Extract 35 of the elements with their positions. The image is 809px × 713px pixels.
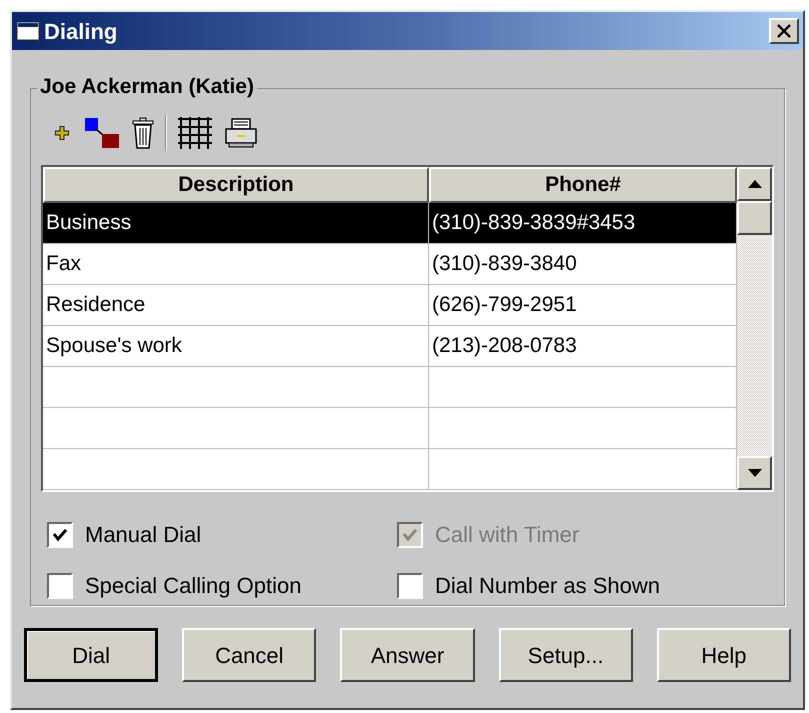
checkbox[interactable] <box>47 572 73 598</box>
checkbox[interactable] <box>397 572 423 598</box>
dialog-button[interactable]: Cancel <box>182 628 316 682</box>
scrollbar[interactable] <box>737 167 772 490</box>
table-cell: Spouse's work <box>43 326 429 367</box>
table-row[interactable]: Fax (310)-839-3840 <box>43 244 737 285</box>
dialog-button[interactable]: Answer <box>340 628 475 682</box>
up-arrow-icon <box>748 180 762 188</box>
move-icon[interactable] <box>83 116 121 150</box>
trash-icon[interactable] <box>131 117 155 149</box>
checkbox[interactable] <box>47 522 73 548</box>
table-row[interactable]: Business (310)-839-3839#3453 <box>43 203 737 244</box>
window-icon <box>16 21 40 41</box>
scroll-thumb[interactable] <box>737 201 772 235</box>
grid-icon[interactable] <box>177 117 213 149</box>
column-header[interactable]: Description <box>43 167 429 203</box>
scroll-up-button[interactable] <box>737 167 772 201</box>
window-title: Dialing <box>44 18 118 46</box>
close-icon <box>776 23 792 39</box>
dialog-button[interactable]: Help <box>656 628 792 682</box>
close-button[interactable] <box>769 18 799 44</box>
checkbox-label: Dial Number as Shown <box>435 572 660 600</box>
printer-icon[interactable] <box>223 117 259 149</box>
checkbox-label: Manual Dial <box>85 521 202 549</box>
checkbox-label: Special Calling Option <box>85 572 302 600</box>
down-arrow-icon <box>748 469 762 477</box>
checkbox-label: Call with Timer <box>435 521 580 549</box>
dialog-button[interactable]: Setup... <box>498 628 633 682</box>
column-header[interactable]: Phone# <box>429 167 737 203</box>
scroll-down-button[interactable] <box>737 456 772 490</box>
table-row[interactable]: Residence (626)-799-2951 <box>43 285 737 326</box>
dialog-button[interactable]: Dial <box>24 628 158 682</box>
checkmark-icon <box>52 528 68 542</box>
table-row[interactable]: Spouse's work (213)-208-0783 <box>43 326 737 367</box>
checkmark-icon <box>402 528 418 542</box>
